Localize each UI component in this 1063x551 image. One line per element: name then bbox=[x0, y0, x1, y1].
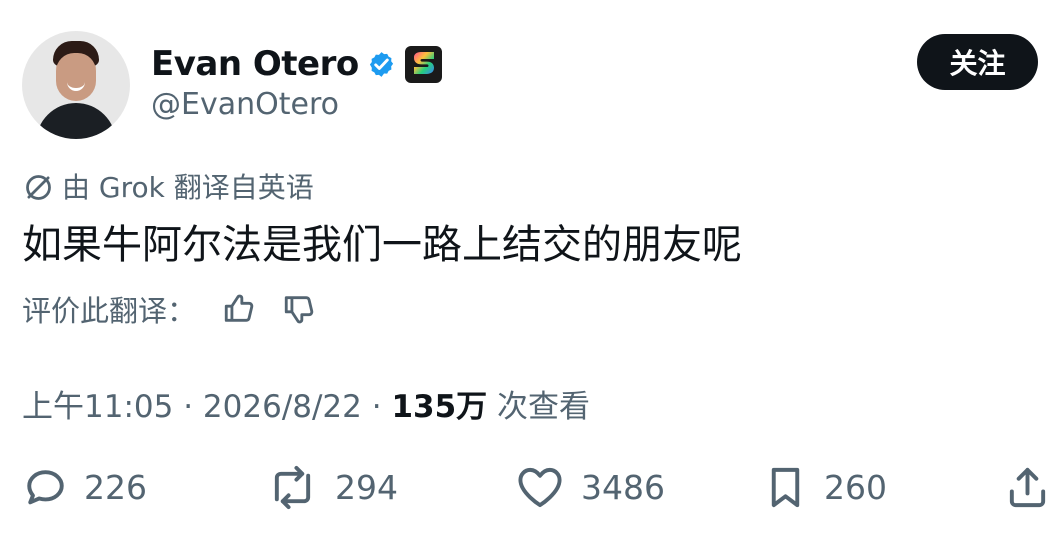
views-count: 135万 bbox=[391, 389, 488, 425]
translate-slash-icon bbox=[22, 171, 55, 204]
tweet-text: 如果牛阿尔法是我们一路上结交的朋友呢 bbox=[22, 222, 742, 268]
rate-translation-row: 评价此翻译： bbox=[22, 288, 316, 330]
s-app-icon bbox=[404, 45, 443, 84]
like-count: 3486 bbox=[581, 467, 665, 507]
repost-button[interactable]: 294 bbox=[265, 464, 398, 511]
rate-translation-label: 评价此翻译： bbox=[22, 294, 197, 328]
thumbs-up-icon[interactable] bbox=[222, 292, 256, 326]
share-icon bbox=[1004, 464, 1051, 511]
follow-button[interactable]: 关注 bbox=[917, 34, 1038, 90]
thumbs-down-icon[interactable] bbox=[282, 292, 316, 326]
bookmark-icon bbox=[762, 464, 809, 511]
heart-icon bbox=[514, 464, 566, 511]
author-handle[interactable]: @EvanOtero bbox=[151, 88, 339, 121]
avatar[interactable] bbox=[22, 31, 130, 139]
meta-separator: · bbox=[183, 389, 194, 425]
repost-icon bbox=[265, 464, 320, 511]
author-display-name[interactable]: Evan Otero bbox=[151, 47, 359, 81]
reply-icon bbox=[22, 464, 69, 511]
bookmark-button[interactable]: 260 bbox=[762, 464, 887, 511]
tweet-actions: 226 294 3486 260 bbox=[22, 460, 1052, 514]
like-button[interactable]: 3486 bbox=[514, 464, 665, 511]
tweet-date[interactable]: 2026/8/22 bbox=[203, 389, 362, 425]
author-name-row: Evan Otero bbox=[151, 42, 443, 86]
reply-count: 226 bbox=[84, 467, 147, 507]
translation-source: 由 Grok 翻译自英语 bbox=[22, 171, 314, 204]
tweet-meta: 上午11:05 · 2026/8/22 · 135万 次查看 bbox=[22, 381, 590, 426]
tweet-time[interactable]: 上午11:05 bbox=[22, 389, 173, 425]
share-button[interactable] bbox=[1004, 464, 1051, 511]
repost-count: 294 bbox=[335, 467, 398, 507]
reply-button[interactable]: 226 bbox=[22, 464, 147, 511]
avatar-shirt bbox=[36, 103, 116, 139]
bookmark-count: 260 bbox=[824, 467, 887, 507]
translation-source-label[interactable]: 由 Grok 翻译自英语 bbox=[62, 173, 314, 202]
avatar-face bbox=[56, 53, 96, 101]
views-label: 次查看 bbox=[497, 389, 591, 425]
meta-separator: · bbox=[371, 389, 382, 425]
verified-badge-icon bbox=[367, 50, 396, 79]
